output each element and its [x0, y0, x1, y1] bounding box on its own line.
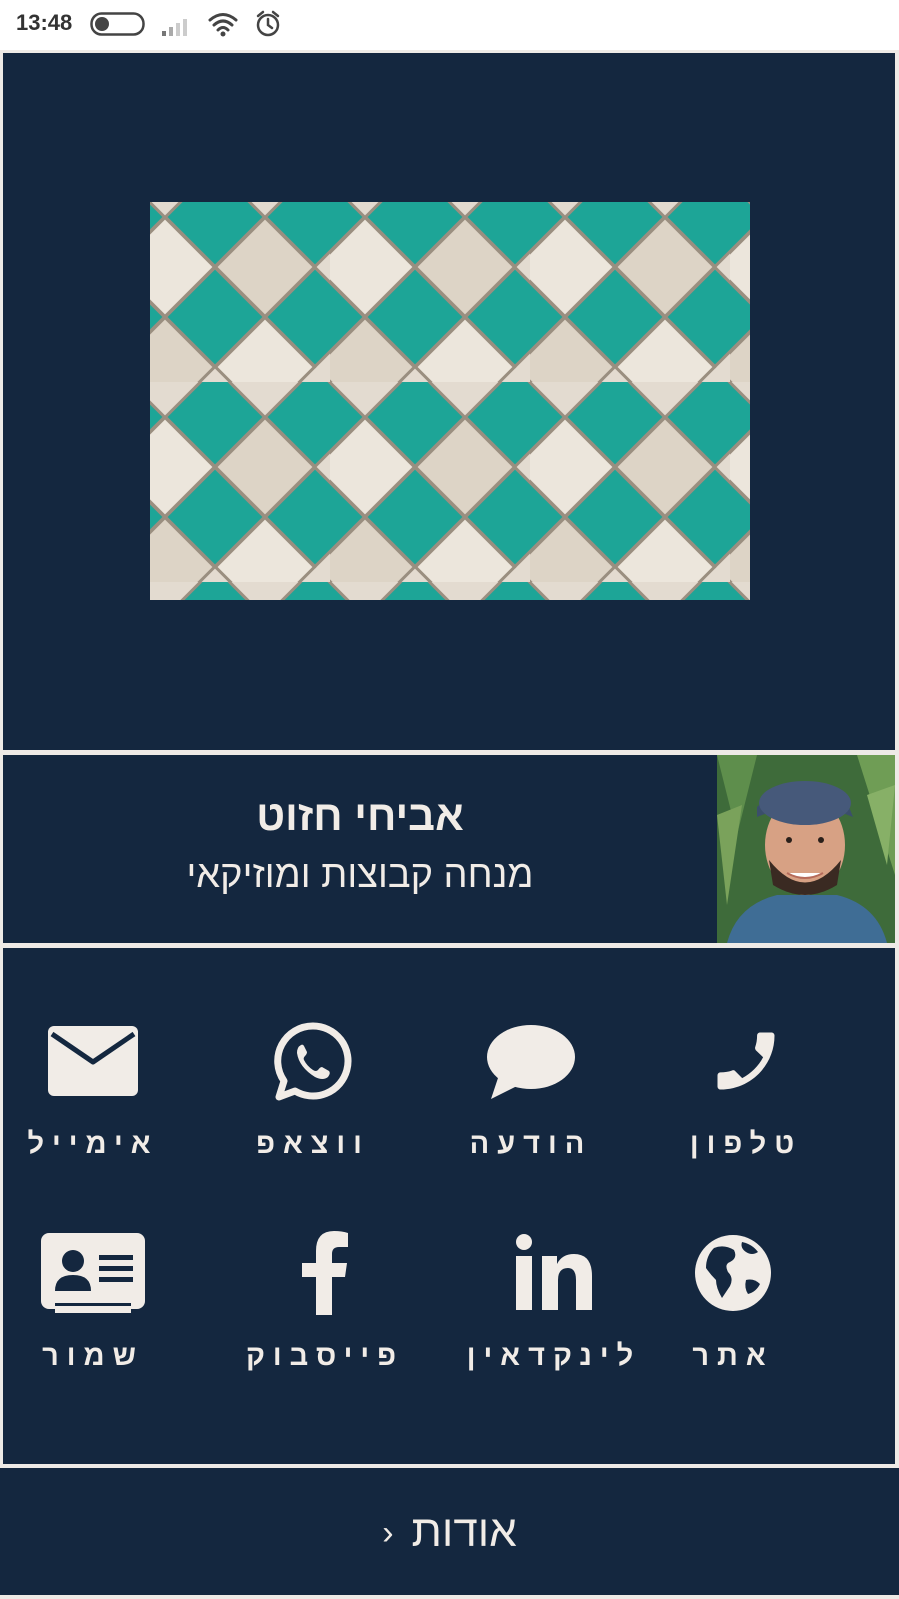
contact-card-icon [41, 1233, 145, 1313]
whatsapp-icon [274, 1022, 352, 1101]
phone-icon [717, 1032, 775, 1090]
hero-panel [3, 53, 895, 750]
battery-icon [90, 12, 145, 36]
chevron-left-icon: ‹ [382, 1514, 394, 1552]
contact-actions-panel: טלפון הודעה ווצאפ אימייל אתר לינקדאין פי… [3, 948, 895, 1464]
signal-icon [162, 19, 187, 36]
website-button[interactable]: אתר [633, 1230, 833, 1390]
profile-role: מנחה קבוצות ומוזיקאי [186, 854, 534, 896]
speech-bubble-icon [487, 1025, 575, 1099]
status-time: 13:48 [16, 10, 73, 35]
avatar [717, 755, 895, 943]
message-button[interactable]: הודעה [431, 1018, 631, 1178]
whatsapp-button[interactable]: ווצאפ [213, 1018, 413, 1178]
profile-panel: אביחי חזוט מנחה קבוצות ומוזיקאי [3, 755, 895, 943]
whatsapp-label: ווצאפ [256, 1128, 370, 1160]
phone-button[interactable]: טלפון [646, 1018, 846, 1178]
globe-icon [695, 1235, 771, 1311]
website-label: אתר [692, 1340, 774, 1372]
status-bar: 13:48 [0, 0, 899, 50]
about-button[interactable]: אודות ‹ [0, 1468, 899, 1595]
profile-name: אביחי חזוט [256, 792, 464, 839]
facebook-label: פייסבוק [245, 1340, 405, 1372]
facebook-icon [302, 1231, 348, 1315]
save-contact-label: שמור [42, 1340, 144, 1372]
email-button[interactable]: אימייל [0, 1018, 193, 1178]
wifi-icon [208, 13, 238, 37]
envelope-icon [48, 1026, 138, 1096]
about-label: אודות [411, 1506, 517, 1556]
linkedin-label: לינקדאין [466, 1340, 642, 1372]
phone-label: טלפון [689, 1128, 803, 1160]
linkedin-button[interactable]: לינקדאין [454, 1230, 654, 1390]
email-label: אימייל [27, 1128, 159, 1160]
message-label: הודעה [469, 1128, 593, 1160]
linkedin-icon [516, 1234, 592, 1310]
save-contact-button[interactable]: שמור [0, 1230, 193, 1390]
alarm-icon [256, 10, 280, 37]
cover-image [150, 202, 750, 600]
facebook-button[interactable]: פייסבוק [225, 1230, 425, 1390]
